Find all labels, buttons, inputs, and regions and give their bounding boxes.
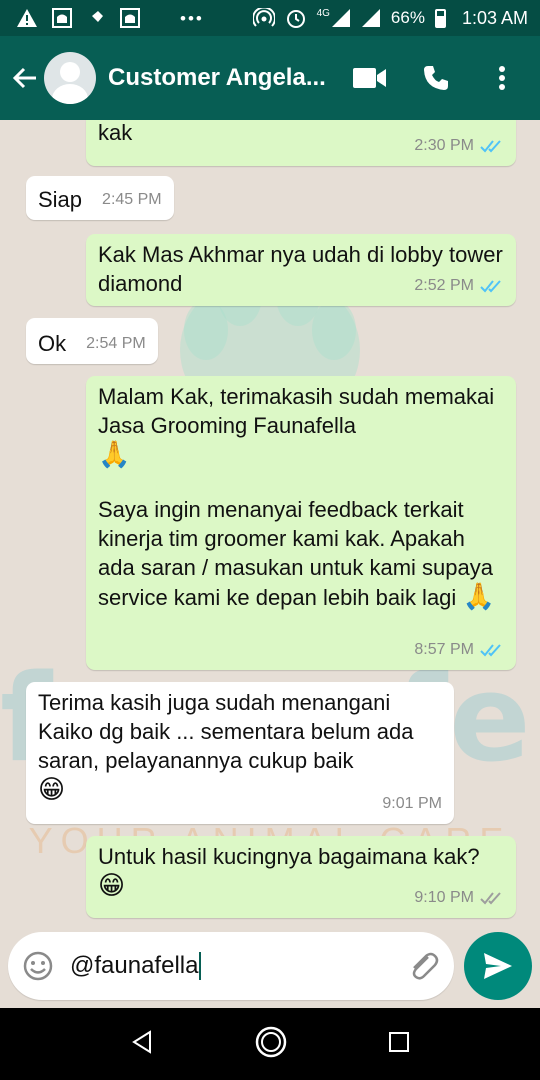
attach-icon[interactable]: [406, 949, 440, 983]
read-ticks-icon: [480, 643, 501, 656]
signal-icon-2: [361, 9, 380, 27]
phone-icon: [424, 66, 448, 90]
message-outgoing[interactable]: Untuk hasil kucingnya bagaimana kak? 😁 9…: [86, 836, 516, 918]
video-call-button[interactable]: [348, 56, 392, 100]
chat-header: Customer Angela...: [0, 36, 540, 120]
message-text-2: Saya ingin menanyai feedback terkait kin…: [98, 497, 494, 610]
network-type: 4G: [316, 8, 330, 19]
status-notifications: •••: [16, 8, 204, 28]
message-time: 2:54 PM: [86, 335, 146, 352]
message-input-value[interactable]: @faunafella: [70, 952, 198, 980]
battery-percent: 66%: [390, 8, 425, 27]
message-text: Ok: [38, 331, 67, 356]
message-outgoing[interactable]: kak 2:30 PM: [86, 120, 516, 166]
message-incoming[interactable]: Ok 2:54 PM: [26, 318, 158, 364]
message-time: 2:45 PM: [102, 191, 162, 208]
message-time: 8:57 PM: [414, 641, 474, 658]
composer-bar: @faunafella: [0, 930, 540, 1006]
status-bar: ••• 4G 66% 1:03 AM: [0, 0, 540, 36]
read-ticks-icon: [480, 279, 501, 292]
alarm-icon: [286, 10, 305, 28]
pray-emoji: 🙏: [98, 439, 131, 469]
message-text: Siap: [38, 187, 83, 212]
nav-back-button[interactable]: [130, 1029, 154, 1059]
back-arrow-icon: [12, 67, 36, 89]
battery-icon: [434, 8, 446, 28]
message-time: 2:30 PM: [414, 137, 474, 154]
back-button[interactable]: [8, 58, 42, 98]
message-time: 9:01 PM: [382, 795, 442, 812]
contact-name[interactable]: Customer Angela...: [108, 64, 340, 92]
pray-emoji-2: 🙏: [462, 581, 495, 611]
delivered-ticks-icon: [480, 891, 501, 904]
chat-area[interactable]: faunafella YOUR ANIMAL CARE kak 2:30 PM …: [0, 120, 540, 930]
read-ticks-icon: [480, 139, 501, 152]
voice-call-button[interactable]: [414, 56, 458, 100]
more-options-button[interactable]: [480, 56, 524, 100]
nav-back-icon: [132, 1029, 151, 1054]
signal-4g: 4G: [317, 8, 351, 28]
nav-home-icon: [255, 1026, 287, 1057]
warning-icon: [17, 9, 37, 27]
grin-emoji: 😁: [98, 870, 126, 900]
message-outgoing[interactable]: Kak Mas Akhmar nya udah di lobby tower d…: [86, 234, 516, 306]
more-notifications-icon: •••: [180, 8, 204, 28]
system-nav-bar: [0, 1008, 540, 1080]
text-caret: [199, 952, 202, 980]
nav-recents-button[interactable]: [388, 1031, 410, 1058]
message-time: 2:52 PM: [414, 277, 474, 294]
message-time: 9:10 PM: [414, 889, 474, 906]
video-call-icon: [353, 68, 386, 88]
nav-home-button[interactable]: [254, 1025, 288, 1064]
status-time: 1:03 AM: [461, 7, 528, 28]
message-text: Untuk hasil kucingnya bagaimana kak?: [98, 844, 480, 869]
nav-recents-icon: [389, 1031, 409, 1052]
pin-app-icon: [89, 11, 103, 25]
emoji-icon[interactable]: [22, 950, 54, 982]
signal-icon: [331, 9, 350, 27]
hotspot-icon: [252, 8, 275, 27]
mosque-app-icon-2: [120, 8, 140, 28]
message-outgoing[interactable]: Malam Kak, terimakasih sudah memakai Jas…: [86, 376, 516, 670]
grin-emoji: 😁: [38, 774, 66, 804]
mosque-app-icon: [52, 8, 72, 28]
message-incoming[interactable]: Terima kasih juga sudah menangani Kaiko …: [26, 682, 454, 824]
message-input[interactable]: @faunafella: [8, 932, 454, 1000]
message-incoming[interactable]: Siap 2:45 PM: [26, 176, 174, 220]
send-icon: [484, 953, 512, 979]
send-button[interactable]: [464, 932, 532, 1000]
message-text: Malam Kak, terimakasih sudah memakai Jas…: [98, 384, 495, 438]
message-text: Terima kasih juga sudah menangani Kaiko …: [38, 690, 414, 773]
contact-avatar[interactable]: [44, 52, 96, 104]
more-options-icon: [499, 66, 505, 90]
status-system: 4G 66% 1:03 AM: [252, 7, 528, 29]
